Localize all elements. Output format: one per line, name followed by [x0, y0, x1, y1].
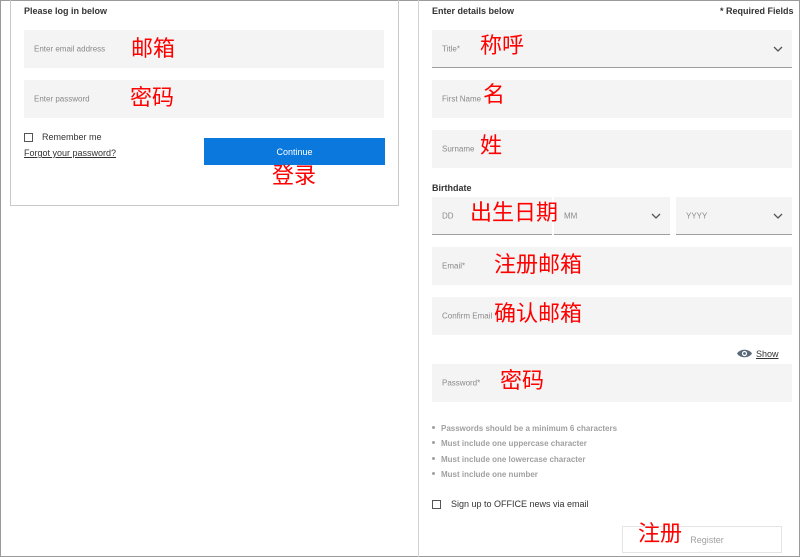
confirm-email-placeholder: Confirm Email [442, 311, 493, 321]
chevron-down-icon [651, 213, 661, 219]
bullet-dot [432, 441, 435, 445]
annotation-title: 称呼 [480, 34, 525, 59]
register-email-field[interactable]: Email* [432, 247, 792, 285]
password-rule: Passwords should be a minimum 6 characte… [432, 424, 617, 433]
title-placeholder: Title* [442, 44, 460, 53]
password-rule-text: Must include one lowercase character [441, 455, 586, 464]
chevron-down-icon [773, 213, 783, 219]
annotation-surname: 姓 [480, 134, 503, 159]
column-divider [418, 0, 419, 557]
birth-month-select[interactable]: MM [554, 197, 670, 235]
remember-me-checkbox[interactable] [24, 133, 33, 142]
show-password-toggle[interactable]: Show [736, 348, 779, 359]
login-email-placeholder: Enter email address [34, 44, 106, 54]
chevron-down-icon [773, 46, 783, 52]
annotation-password: 密码 [130, 86, 175, 111]
newsletter-label: Sign up to OFFICE news via email [451, 499, 589, 509]
password-rule-text: Must include one uppercase character [441, 439, 587, 448]
password-rule-text: Passwords should be a minimum 6 characte… [441, 424, 618, 433]
annotation-email: 邮箱 [131, 37, 176, 62]
annotation-register-password: 密码 [500, 369, 545, 394]
password-rule: Must include one number [432, 470, 538, 479]
password-rule: Must include one lowercase character [432, 455, 586, 464]
continue-button-label: Continue [276, 146, 313, 157]
birth-day-placeholder: DD [442, 211, 454, 220]
show-password-label: Show [756, 348, 779, 359]
forgot-password-link[interactable]: Forgot your password? [24, 148, 116, 158]
confirm-email-field[interactable]: Confirm Email [432, 297, 792, 335]
eye-icon [737, 349, 752, 358]
register-button-label: Register [690, 534, 724, 545]
birth-year-placeholder: YYYY [686, 211, 708, 220]
login-email-field[interactable]: Enter email address [24, 30, 384, 68]
bullet-dot [432, 457, 435, 461]
birth-year-select[interactable]: YYYY [676, 197, 792, 235]
annotation-login: 登录 [272, 164, 317, 189]
continue-button[interactable]: Continue [204, 138, 385, 165]
first-name-placeholder: First Name [442, 94, 482, 104]
annotation-first-name: 名 [483, 83, 506, 108]
password-rule-text: Must include one number [441, 470, 538, 479]
birthdate-label: Birthdate [432, 183, 472, 193]
newsletter-checkbox[interactable] [432, 500, 441, 509]
register-heading: Enter details below [432, 6, 515, 16]
surname-placeholder: Surname [442, 144, 475, 154]
login-password-field[interactable]: Enter password [24, 80, 384, 118]
annotation-register-email: 注册邮箱 [494, 253, 583, 278]
bullet-dot [432, 472, 435, 476]
register-password-placeholder: Password* [442, 378, 481, 388]
remember-me-label: Remember me [42, 132, 102, 142]
birth-month-placeholder: MM [564, 211, 578, 220]
annotation-birthdate: 出生日期 [470, 201, 559, 226]
login-password-placeholder: Enter password [34, 94, 90, 104]
password-rule: Must include one uppercase character [432, 439, 587, 448]
annotation-confirm-email: 确认邮箱 [494, 302, 583, 327]
register-email-placeholder: Email* [442, 261, 466, 271]
required-fields-note: * Required Fields [720, 6, 794, 16]
annotation-register: 注册 [638, 522, 683, 547]
bullet-dot [432, 426, 435, 430]
register-password-field[interactable]: Password* [432, 364, 792, 402]
login-heading: Please log in below [24, 6, 108, 16]
